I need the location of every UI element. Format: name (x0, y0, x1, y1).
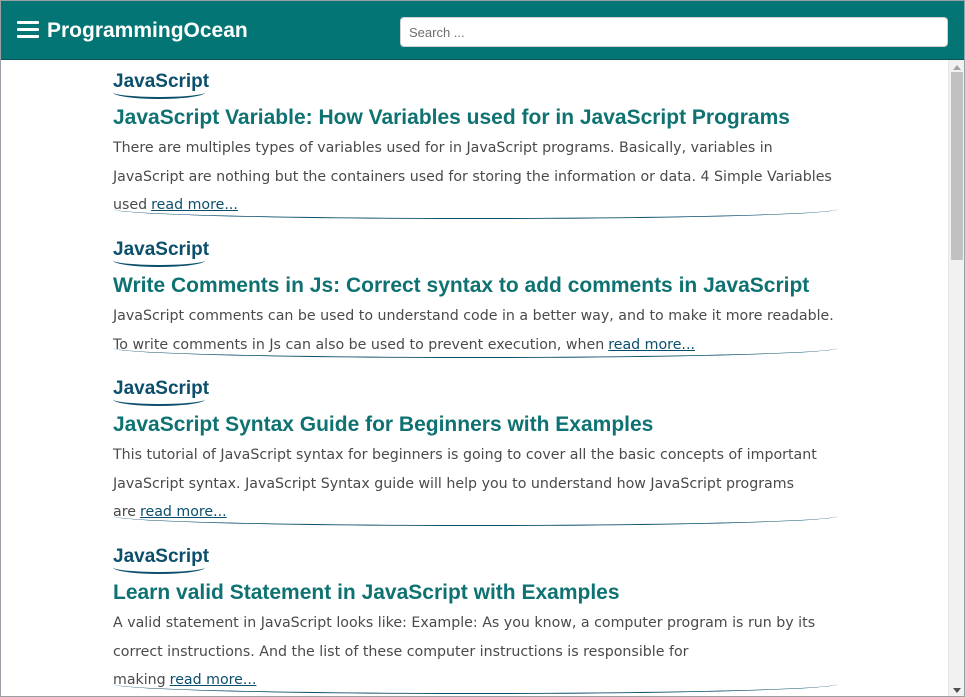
post-excerpt-text: JavaScript comments can be used to under… (113, 308, 834, 353)
scroll-down-arrow-icon[interactable] (953, 688, 961, 693)
post-card: JavaScript Write Comments in Js: Correct… (113, 238, 838, 359)
scrollbar-thumb[interactable] (951, 72, 963, 260)
browser-viewport: ProgrammingOcean JavaScript JavaScript V… (0, 0, 965, 697)
post-title-link[interactable]: JavaScript Syntax Guide for Beginners wi… (113, 412, 838, 438)
post-title-link[interactable]: JavaScript Variable: How Variables used … (113, 105, 838, 131)
post-category-link[interactable]: JavaScript (113, 377, 209, 406)
post-excerpt: There are multiples types of variables u… (113, 134, 838, 220)
site-header: ProgrammingOcean (1, 1, 964, 60)
post-card: JavaScript JavaScript Variable: How Vari… (113, 70, 838, 220)
post-title-link[interactable]: Write Comments in Js: Correct syntax to … (113, 273, 838, 299)
scroll-up-arrow-icon[interactable] (953, 65, 961, 70)
vertical-scrollbar[interactable] (948, 60, 964, 696)
search-input[interactable] (400, 17, 948, 47)
post-card: JavaScript Learn valid Statement in Java… (113, 545, 838, 695)
post-excerpt: A valid statement in JavaScript looks li… (113, 609, 838, 695)
post-category-link[interactable]: JavaScript (113, 238, 209, 267)
site-brand[interactable]: ProgrammingOcean (47, 18, 248, 44)
post-title-link[interactable]: Learn valid Statement in JavaScript with… (113, 580, 838, 606)
post-category-link[interactable]: JavaScript (113, 545, 209, 574)
post-excerpt: This tutorial of JavaScript syntax for b… (113, 441, 838, 527)
hamburger-menu-icon[interactable] (17, 21, 39, 39)
post-card: JavaScript JavaScript Syntax Guide for B… (113, 377, 838, 527)
post-list: JavaScript JavaScript Variable: How Vari… (1, 60, 948, 696)
post-category-link[interactable]: JavaScript (113, 70, 209, 99)
